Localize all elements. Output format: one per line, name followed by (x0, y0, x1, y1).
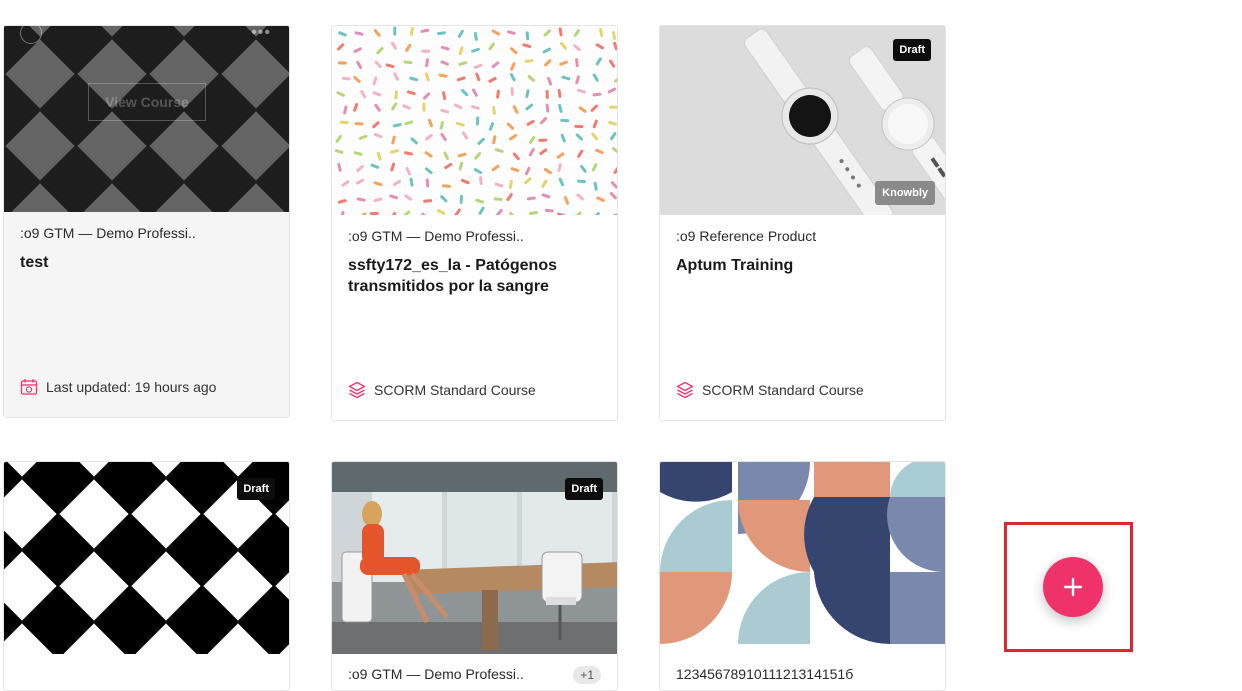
course-card[interactable]: Draft Knowbly :o9 Reference Product Aptu… (659, 25, 946, 421)
extra-count-badge: +1 (573, 666, 601, 684)
more-options-icon[interactable]: ••• (251, 26, 271, 42)
card-meta: SCORM Standard Course (348, 381, 536, 399)
plus-icon (1063, 577, 1083, 597)
last-updated-text: Last updated: 19 hours ago (46, 379, 217, 395)
card-meta: SCORM Standard Course (676, 381, 864, 399)
course-type-text: SCORM Standard Course (374, 382, 536, 398)
course-card[interactable]: 1234567891011121314151б (659, 461, 946, 691)
course-card[interactable]: ••• View Course :o9 GTM — Demo Professi.… (3, 25, 290, 418)
course-thumbnail: Draft (4, 462, 289, 654)
card-organization: :o9 GTM — Demo Professi.. (20, 225, 196, 241)
card-organization: :o9 GTM — Demo Professi.. (348, 228, 524, 244)
card-organization: :o9 GTM — Demo Professi.. (348, 666, 524, 682)
card-title[interactable]: Aptum Training (676, 255, 931, 276)
course-thumbnail: Draft (332, 462, 617, 654)
calendar-clock-icon (20, 379, 38, 395)
provider-badge: Knowbly (875, 181, 935, 205)
course-thumbnail (660, 462, 945, 654)
card-meta: Last updated: 19 hours ago (20, 378, 216, 396)
card-organization: :o9 Reference Product (676, 228, 817, 244)
add-course-button[interactable] (1043, 557, 1103, 617)
course-card[interactable]: Draft :o9 GTM — Demo Professi.. +1 (331, 461, 618, 691)
course-card[interactable]: :o9 GTM — Demo Professi.. ssfty172_es_la… (331, 25, 618, 421)
draft-badge: Draft (893, 39, 931, 61)
layers-icon (676, 381, 694, 399)
card-title[interactable]: test (20, 252, 275, 273)
draft-badge: Draft (237, 478, 275, 500)
view-course-button[interactable]: View Course (88, 83, 206, 121)
draft-badge: Draft (565, 478, 603, 500)
course-thumbnail: Draft Knowbly (660, 26, 945, 215)
course-card[interactable]: Draft (3, 461, 290, 691)
course-thumbnail (332, 26, 617, 215)
course-thumbnail: ••• View Course (4, 26, 289, 212)
card-organization: 1234567891011121314151б (676, 666, 854, 682)
card-title[interactable]: ssfty172_es_la - Patógenos transmitidos … (348, 255, 603, 297)
layers-icon (348, 381, 366, 399)
course-type-text: SCORM Standard Course (702, 382, 864, 398)
